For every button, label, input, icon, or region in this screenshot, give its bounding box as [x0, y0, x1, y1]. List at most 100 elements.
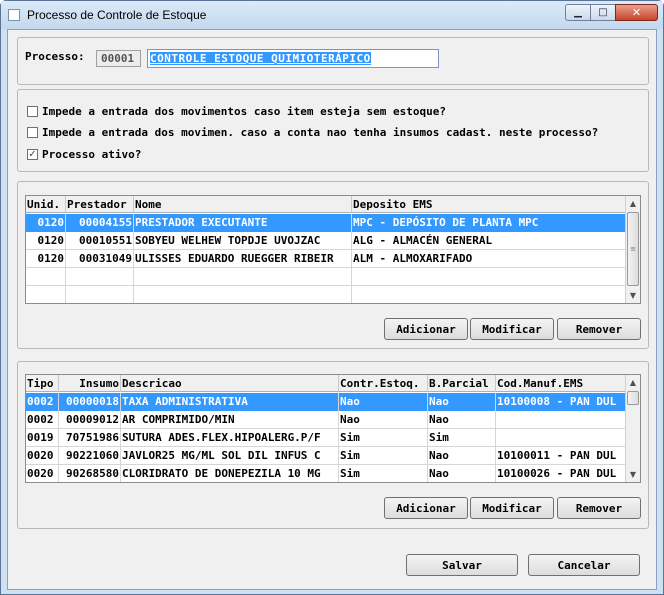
table-row[interactable]	[26, 268, 626, 286]
close-button[interactable]: ✕	[615, 4, 658, 21]
app-icon	[8, 9, 20, 21]
column-header[interactable]: Cod.Manuf.EMS	[496, 375, 626, 392]
scroll-down-arrow-icon[interactable]: ▼	[626, 288, 640, 303]
cell-nome	[134, 286, 352, 303]
cell-prestador: 00004155	[66, 214, 134, 232]
cell-nome: SOBYEU WELHEW TOPDJE UVOJZAC	[134, 232, 352, 250]
cell-b-parcial: Nao	[428, 411, 496, 429]
cell-unid	[26, 268, 66, 286]
cell-deposito	[352, 268, 626, 286]
table-row[interactable]: 0120 00004155 PRESTADOR EXECUTANTE MPC -…	[26, 214, 626, 232]
cell-prestador	[66, 268, 134, 286]
insumos-table[interactable]: Tipo Insumo Descricao Contr.Estoq. B.Par…	[25, 374, 641, 483]
table-row[interactable]: 0019 70751986 SUTURA ADES.FLEX.HIPOALERG…	[26, 429, 626, 447]
cell-descricao: CLORIDRATO DE DONEPEZILA 10 MG	[121, 465, 339, 482]
table-row[interactable]	[26, 286, 626, 303]
processo-code-field[interactable]: 00001	[96, 50, 141, 67]
checkbox-processo-ativo[interactable]: ✓	[27, 148, 38, 160]
column-header[interactable]: Tipo	[26, 375, 59, 392]
window-title: Processo de Controle de Estoque	[27, 8, 207, 22]
option-sem-estoque[interactable]: Impede a entrada dos movimentos caso ite…	[27, 104, 446, 118]
cell-b-parcial: Nao	[428, 447, 496, 465]
insumos-remove-button[interactable]: Remover	[557, 497, 641, 519]
cell-tipo: 0002	[26, 393, 59, 411]
processo-label: Processo:	[25, 50, 85, 63]
cell-descricao: SUTURA ADES.FLEX.HIPOALERG.P/F	[121, 429, 339, 447]
cell-nome	[134, 268, 352, 286]
cell-nome: PRESTADOR EXECUTANTE	[134, 214, 352, 232]
cell-b-parcial: Sim	[428, 429, 496, 447]
cell-deposito: MPC - DEPÓSITO DE PLANTA MPC	[352, 214, 626, 232]
cell-descricao: AR COMPRIMIDO/MIN	[121, 411, 339, 429]
cell-contr-estoq: Sim	[339, 429, 428, 447]
option-processo-ativo[interactable]: ✓ Processo ativo?	[27, 147, 141, 161]
option-processo-ativo-label: Processo ativo?	[42, 147, 142, 161]
table-row[interactable]: 0002 00009012 AR COMPRIMIDO/MIN Nao Nao	[26, 411, 626, 429]
insumos-edit-button[interactable]: Modificar	[470, 497, 554, 519]
cell-descricao: JAVLOR25 MG/ML SOL DIL INFUS C	[121, 447, 339, 465]
table-row[interactable]: 0020 90221060 JAVLOR25 MG/ML SOL DIL INF…	[26, 447, 626, 465]
cell-descricao: TAXA ADMINISTRATIVA	[121, 393, 339, 411]
column-header[interactable]: Descricao	[121, 375, 339, 392]
scroll-down-arrow-icon[interactable]: ▼	[626, 467, 640, 482]
cell-unid: 0120	[26, 214, 66, 232]
cell-unid	[26, 286, 66, 303]
save-button[interactable]: Salvar	[406, 554, 518, 576]
checkbox-sem-estoque[interactable]	[27, 105, 38, 117]
minimize-button[interactable]: ▁	[565, 4, 591, 21]
prestadores-table[interactable]: Unid. Prestador Nome Deposito EMS 0120 0…	[25, 195, 641, 304]
checkbox-sem-insumos[interactable]	[27, 126, 38, 138]
app-window: Processo de Controle de Estoque ▁ □ ✕ Pr…	[0, 0, 664, 595]
cell-cod-manuf	[496, 411, 626, 429]
cell-insumo: 00009012	[59, 411, 121, 429]
option-sem-estoque-label: Impede a entrada dos movimentos caso ite…	[42, 104, 446, 118]
scroll-up-arrow-icon[interactable]: ▲	[626, 375, 640, 390]
cell-contr-estoq: Sim	[339, 465, 428, 482]
scroll-thumb[interactable]	[627, 391, 639, 405]
cell-tipo: 0002	[26, 411, 59, 429]
column-header[interactable]: Deposito EMS	[352, 196, 626, 213]
cell-cod-manuf: 10100026 - PAN DUL	[496, 465, 626, 482]
cell-unid: 0120	[26, 250, 66, 268]
cell-deposito: ALG - ALMACÉN GENERAL	[352, 232, 626, 250]
cell-tipo: 0020	[26, 465, 59, 482]
column-header[interactable]: Contr.Estoq.	[339, 375, 428, 392]
table-row[interactable]: 0120 00031049 ULISSES EDUARDO RUEGGER RI…	[26, 250, 626, 268]
prestadores-remove-button[interactable]: Remover	[557, 318, 641, 340]
cell-contr-estoq: Nao	[339, 411, 428, 429]
cell-contr-estoq: Sim	[339, 447, 428, 465]
table-row[interactable]: 0002 00000018 TAXA ADMINISTRATIVA Nao Na…	[26, 393, 626, 411]
option-sem-insumos-label: Impede a entrada dos movimen. caso a con…	[42, 125, 599, 139]
prestadores-edit-button[interactable]: Modificar	[470, 318, 554, 340]
cell-cod-manuf	[496, 429, 626, 447]
insumos-scrollbar[interactable]: ▲ ▼	[625, 375, 640, 482]
cell-deposito: ALM - ALMOXARIFADO	[352, 250, 626, 268]
column-header[interactable]: Prestador	[66, 196, 134, 213]
prestadores-scrollbar[interactable]: ▲ ≡ ▼	[625, 196, 640, 303]
cell-prestador: 00031049	[66, 250, 134, 268]
processo-name-field[interactable]: CONTROLE ESTOQUE QUIMIOTERÁPICO	[147, 49, 439, 68]
insumos-header: Tipo Insumo Descricao Contr.Estoq. B.Par…	[26, 375, 626, 392]
option-sem-insumos[interactable]: Impede a entrada dos movimen. caso a con…	[27, 125, 598, 139]
title-bar[interactable]: Processo de Controle de Estoque ▁ □ ✕	[1, 1, 663, 29]
column-header[interactable]: Nome	[134, 196, 352, 213]
cell-cod-manuf: 10100008 - PAN DUL	[496, 393, 626, 411]
table-row[interactable]: 0120 00010551 SOBYEU WELHEW TOPDJE UVOJZ…	[26, 232, 626, 250]
cell-deposito	[352, 286, 626, 303]
column-header[interactable]: B.Parcial	[428, 375, 496, 392]
cell-tipo: 0019	[26, 429, 59, 447]
insumos-add-button[interactable]: Adicionar	[384, 497, 468, 519]
column-header[interactable]: Unid.	[26, 196, 66, 213]
cell-unid: 0120	[26, 232, 66, 250]
scroll-thumb[interactable]: ≡	[627, 212, 639, 286]
maximize-button[interactable]: □	[590, 4, 616, 21]
prestadores-add-button[interactable]: Adicionar	[384, 318, 468, 340]
processo-name-text: CONTROLE ESTOQUE QUIMIOTERÁPICO	[150, 52, 371, 65]
cell-insumo: 90221060	[59, 447, 121, 465]
prestadores-header: Unid. Prestador Nome Deposito EMS	[26, 196, 626, 213]
table-row[interactable]: 0020 90268580 CLORIDRATO DE DONEPEZILA 1…	[26, 465, 626, 482]
cell-tipo: 0020	[26, 447, 59, 465]
scroll-up-arrow-icon[interactable]: ▲	[626, 196, 640, 211]
column-header[interactable]: Insumo	[59, 375, 121, 392]
cancel-button[interactable]: Cancelar	[528, 554, 640, 576]
